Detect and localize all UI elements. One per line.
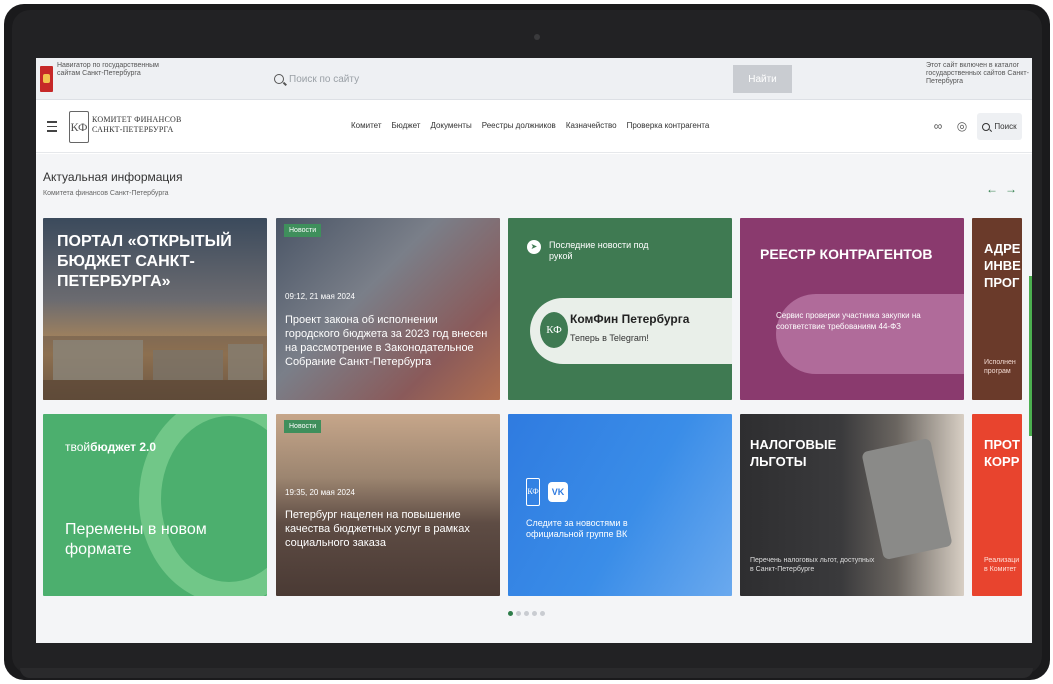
card-telegram[interactable]: ➤ Последние новости под рукой КФ КомФин … [508, 218, 732, 400]
accessibility-icon[interactable]: ∞ [931, 119, 945, 133]
search-icon [274, 74, 284, 84]
registry-text: Сервис проверки участника закупки на соо… [776, 311, 921, 331]
your-budget-slogan: Перемены в новом формате [65, 521, 207, 558]
pagination-dot-3[interactable] [524, 611, 529, 616]
nav-item-budget[interactable]: Бюджет [392, 121, 421, 130]
telegram-header: Последние новости под рукой [549, 240, 649, 261]
carousel-pagination [508, 611, 545, 616]
card-open-budget[interactable]: ПОРТАЛ «ОТКРЫТЫЙ БЮДЖЕТ САНКТ-ПЕТЕРБУРГА… [43, 218, 267, 400]
logo-text[interactable]: КОМИТЕТ ФИНАНСОВ САНКТ-ПЕТЕРБУРГА [92, 115, 202, 135]
gov-navigator-bar: Навигатор по государственным сайтам Санк… [36, 58, 1032, 100]
carousel-arrows: ← → [986, 182, 1017, 196]
card-anticorruption[interactable]: ПРОТ КОРР Реализаци в Комитет [972, 414, 1022, 596]
calculator-illustration [861, 437, 953, 561]
registry-shape [776, 294, 964, 374]
address-program-title: АДРЕ ИНВЕ ПРОГ [984, 241, 1021, 290]
section-title: Актуальная информация [43, 170, 183, 184]
arrow-right-icon[interactable]: → [1005, 182, 1017, 196]
tax-title: НАЛОГОВЫЕ ЛЬГОТЫ [750, 437, 837, 469]
menu-icon[interactable] [47, 121, 57, 135]
news-badge: Новости [284, 224, 322, 237]
vision-icon[interactable]: ◎ [955, 119, 969, 133]
vk-text: Следите за новостями в официальной групп… [526, 518, 628, 539]
site-header: КФ КОМИТЕТ ФИНАНСОВ САНКТ-ПЕТЕРБУРГА Ком… [36, 101, 1032, 153]
main-nav: Комитет Бюджет Документы Реестры должник… [351, 121, 709, 130]
vk-icon: VK [548, 482, 568, 502]
telegram-icon: ➤ [527, 240, 541, 254]
laptop-base [20, 668, 1033, 678]
nav-item-committee[interactable]: Комитет [351, 121, 382, 130]
news-text: Петербург нацелен на повышение качества … [285, 509, 470, 549]
card-tax-benefits[interactable]: НАЛОГОВЫЕ ЛЬГОТЫ Перечень налоговых льго… [740, 414, 964, 596]
telegram-channel: КомФин Петербурга [570, 312, 690, 326]
logo-mark[interactable]: КФ [69, 111, 89, 143]
anticorruption-title: ПРОТ КОРР [984, 437, 1020, 469]
telegram-bubble: КФ КомФин Петербурга Теперь в Telegram! [530, 298, 732, 364]
pagination-dot-4[interactable] [532, 611, 537, 616]
browser-screen: Навигатор по государственным сайтам Санк… [36, 58, 1032, 643]
card-news-2[interactable]: Новости 19:35, 20 мая 2024 Петербург нац… [276, 414, 500, 596]
header-search-button[interactable]: Поиск [977, 113, 1022, 140]
nav-item-debtor-registers[interactable]: Реестры должников [482, 121, 556, 130]
nav-item-documents[interactable]: Документы [430, 121, 471, 130]
card-vk[interactable]: КФ VK Следите за новостями в официальной… [508, 414, 732, 596]
section-subtitle: Комитета финансов Санкт-Петербурга [43, 190, 169, 197]
arrow-left-icon[interactable]: ← [986, 182, 998, 196]
header-search-label: Поиск [994, 122, 1017, 131]
kf-logo-icon: КФ [526, 478, 540, 506]
tax-text: Перечень налоговых льгот, доступных в Са… [750, 557, 875, 573]
address-program-text: Исполнен програм [984, 359, 1016, 375]
anticorruption-text: Реализаци в Комитет [984, 557, 1020, 573]
nav-item-counterparty-check[interactable]: Проверка контрагента [627, 121, 710, 130]
komfin-avatar: КФ [540, 312, 568, 348]
open-budget-title: ПОРТАЛ «ОТКРЫТЫЙ БЮДЖЕТ САНКТ-ПЕТЕРБУРГА… [57, 233, 232, 290]
your-budget-brand: твойбюджет 2.0 [65, 440, 156, 454]
logo-line-1: КОМИТЕТ ФИНАНСОВ [92, 115, 182, 124]
pagination-dot-2[interactable] [516, 611, 521, 616]
gov-search-input[interactable]: Поиск по сайту [274, 66, 734, 92]
gov-search-button[interactable]: Найти [733, 65, 792, 93]
catalog-note[interactable]: Этот сайт включен в каталог государствен… [926, 62, 1032, 86]
telegram-sub: Теперь в Telegram! [570, 333, 649, 343]
gov-navigator-link[interactable]: Навигатор по государственным сайтам Санк… [57, 62, 167, 78]
card-registry[interactable]: РЕЕСТР КОНТРАГЕНТОВ Сервис проверки учас… [740, 218, 964, 400]
news-time: 09:12, 21 мая 2024 [285, 292, 355, 301]
card-news-1[interactable]: Новости 09:12, 21 мая 2024 Проект закона… [276, 218, 500, 400]
brand-prefix: твой [65, 440, 91, 454]
brand-main: бюджет 2.0 [90, 440, 157, 454]
nav-item-treasury[interactable]: Казначейство [566, 121, 617, 130]
decorative-ring [139, 414, 267, 596]
pagination-dot-5[interactable] [540, 611, 545, 616]
scroll-indicator[interactable] [1029, 276, 1032, 436]
news-text: Проект закона об исполнении городского б… [285, 314, 488, 368]
webcam [534, 34, 540, 40]
search-placeholder: Поиск по сайту [289, 73, 360, 85]
news-time: 19:35, 20 мая 2024 [285, 488, 355, 497]
logo-line-2: САНКТ-ПЕТЕРБУРГА [92, 125, 174, 134]
news-badge: Новости [284, 420, 322, 433]
registry-title: РЕЕСТР КОНТРАГЕНТОВ [760, 246, 933, 262]
spb-emblem-icon[interactable] [40, 66, 53, 92]
search-icon [982, 122, 991, 131]
card-address-program[interactable]: АДРЕ ИНВЕ ПРОГ Исполнен програм [972, 218, 1022, 400]
pagination-dot-1[interactable] [508, 611, 513, 616]
card-your-budget[interactable]: твойбюджет 2.0 Перемены в новом формате [43, 414, 267, 596]
